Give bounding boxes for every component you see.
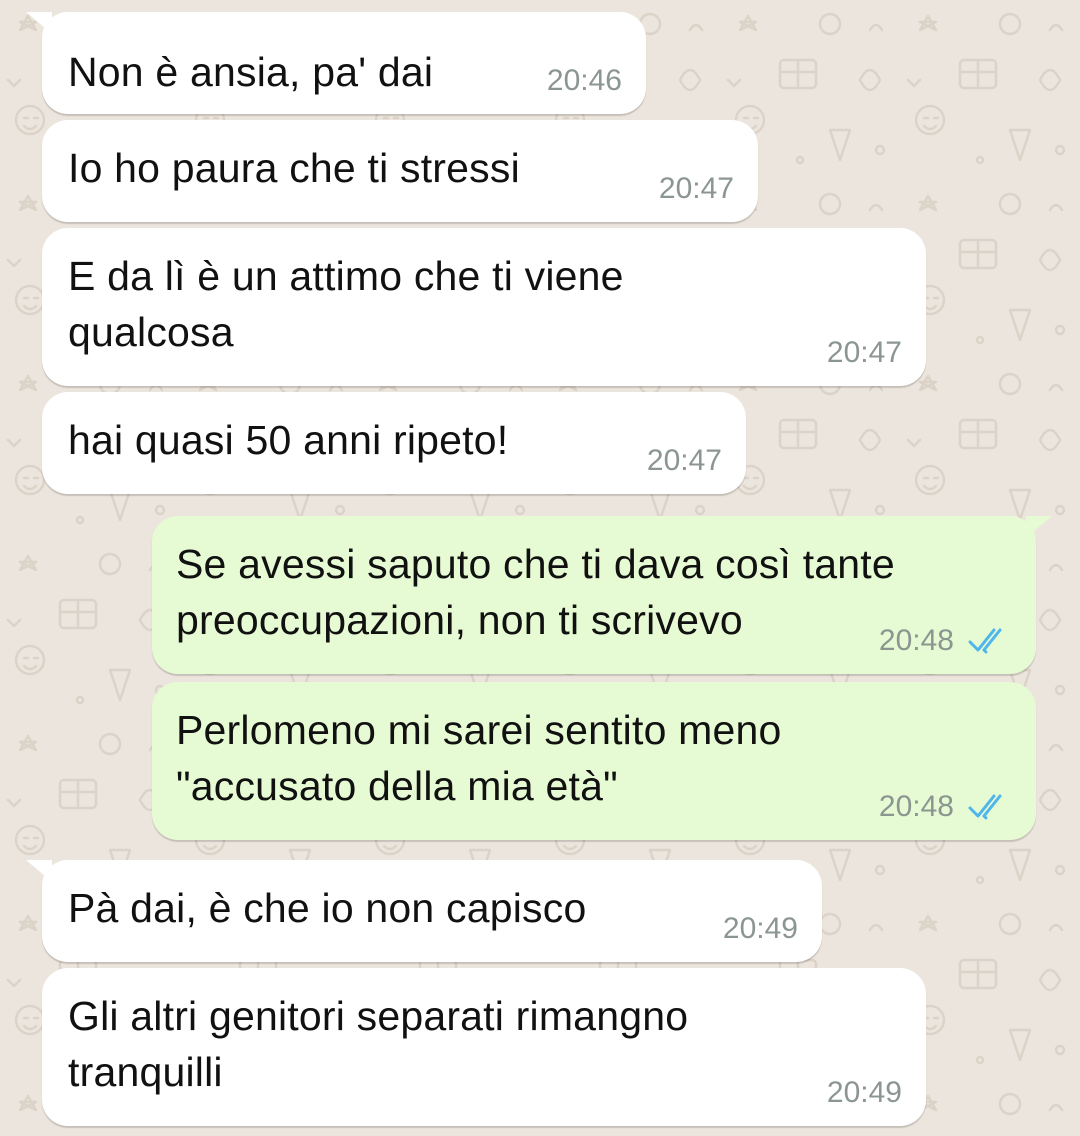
message-line: Io ho paura che ti stressi — [68, 145, 520, 191]
message-line: Gli altri genitori separati rimangno — [68, 993, 689, 1039]
bubble-tail-icon — [26, 12, 52, 34]
incoming-message[interactable]: hai quasi 50 anni ripeto! 20:47 — [42, 392, 746, 494]
incoming-message[interactable]: Gli altri genitori separati rimangno tra… — [42, 968, 926, 1126]
outgoing-message[interactable]: Perlomeno mi sarei sentito meno "accusat… — [152, 682, 1036, 840]
message-line: qualcosa — [68, 309, 234, 355]
incoming-message[interactable]: Io ho paura che ti stressi 20:47 — [42, 120, 758, 222]
message-timestamp: 20:47 — [658, 172, 734, 205]
incoming-message[interactable]: Non è ansia, pa' dai 20:46 — [26, 12, 646, 114]
outgoing-message[interactable]: Se avessi saputo che ti dava così tante … — [152, 516, 1052, 674]
message-timestamp: 20:49 — [826, 1076, 902, 1109]
message-timestamp: 20:48 — [878, 790, 954, 823]
incoming-message[interactable]: Pà dai, è che io non capisco 20:49 — [26, 860, 822, 962]
message-line: Perlomeno mi sarei sentito meno — [176, 707, 782, 753]
bubble-tail-icon — [26, 860, 52, 882]
message-line: E da lì è un attimo che ti viene — [68, 253, 624, 299]
message-line: hai quasi 50 anni ripeto! — [68, 417, 509, 463]
message-timestamp: 20:47 — [646, 444, 722, 477]
message-line: Se avessi saputo che ti dava così tante — [176, 541, 895, 587]
message-line: tranquilli — [68, 1049, 223, 1095]
message-timestamp: 20:49 — [722, 912, 798, 945]
message-line: Non è ansia, pa' dai — [68, 49, 434, 95]
chat-message-list[interactable]: Non è ansia, pa' dai 20:46 Io ho paura c… — [0, 0, 1080, 1136]
message-line: Pà dai, è che io non capisco — [68, 885, 587, 931]
double-check-read-icon — [968, 628, 1002, 654]
message-line: "accusato della mia età" — [176, 763, 618, 809]
message-timestamp: 20:47 — [826, 336, 902, 369]
message-line: preoccupazioni, non ti scrivevo — [176, 597, 743, 643]
message-meta: 20:48 — [879, 626, 1012, 656]
double-check-read-icon — [968, 794, 1002, 820]
bubble-tail-icon — [1026, 516, 1052, 538]
message-timestamp: 20:48 — [878, 624, 954, 657]
message-meta: 20:48 — [879, 792, 1012, 822]
incoming-message[interactable]: E da lì è un attimo che ti viene qualcos… — [42, 228, 926, 386]
message-timestamp: 20:46 — [546, 64, 622, 97]
